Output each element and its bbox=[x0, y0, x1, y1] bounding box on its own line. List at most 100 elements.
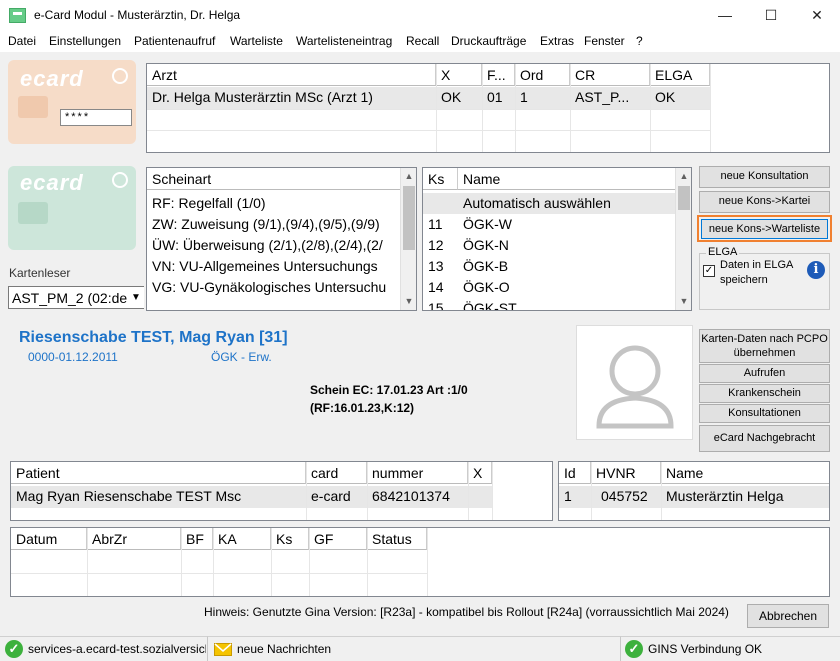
col-divider bbox=[468, 462, 469, 520]
col-header-f[interactable]: F... bbox=[482, 64, 515, 86]
col-header-id[interactable]: Id bbox=[559, 462, 591, 484]
hvnr-table: Id HVNR Name 1 045752 Musterärztin Helga bbox=[558, 461, 830, 521]
menu-recall[interactable]: Recall bbox=[406, 34, 439, 48]
scrollbar[interactable]: ▲ ▼ bbox=[400, 168, 416, 310]
col-header-name[interactable]: Name bbox=[661, 462, 829, 484]
scroll-thumb[interactable] bbox=[678, 186, 690, 210]
col-header-cr[interactable]: CR bbox=[570, 64, 650, 86]
konsultationen-button[interactable]: Konsultationen bbox=[699, 404, 830, 423]
status-messages[interactable]: neue Nachrichten bbox=[209, 636, 621, 661]
col-header-nummer[interactable]: nummer bbox=[367, 462, 468, 484]
scroll-thumb[interactable] bbox=[403, 186, 415, 250]
col-header-elga[interactable]: ELGA bbox=[650, 64, 710, 86]
karten-daten-button[interactable]: Karten-Daten nach PCPO übernehmen bbox=[699, 329, 830, 363]
patient-table: Patient card nummer X Mag Ryan Riesensch… bbox=[10, 461, 553, 521]
abbrechen-label: Abbrechen bbox=[758, 609, 818, 623]
menu-help[interactable]: ? bbox=[636, 34, 643, 48]
list-item[interactable]: ÜW: Überweisung (2/1),(2/8),(2/4),(2/ bbox=[147, 237, 400, 253]
kasse-name[interactable]: ÖGK-B bbox=[458, 258, 508, 274]
col-header-name[interactable]: Name bbox=[458, 168, 675, 190]
ecard-logo-green: ecard bbox=[20, 170, 84, 195]
elga-checkbox[interactable]: ✓ bbox=[703, 265, 715, 277]
pin-field[interactable]: **** bbox=[60, 109, 132, 126]
patient-name: Riesenschabe TEST, Mag Ryan [31] bbox=[19, 329, 288, 346]
col-header-ka[interactable]: KA bbox=[213, 528, 271, 550]
scroll-down-icon[interactable]: ▼ bbox=[676, 293, 691, 309]
scroll-up-icon[interactable]: ▲ bbox=[676, 168, 691, 184]
cell-cr: AST_P... bbox=[575, 89, 630, 105]
scroll-down-icon[interactable]: ▼ bbox=[401, 293, 416, 309]
kasse-name[interactable]: ÖGK-N bbox=[458, 237, 509, 253]
col-divider bbox=[661, 462, 662, 520]
elga-checkbox-label-2[interactable]: speichern bbox=[720, 274, 768, 286]
kartenleser-label: Kartenleser bbox=[9, 266, 71, 280]
neue-konsultation-button[interactable]: neue Konsultation bbox=[699, 166, 830, 188]
col-header-abrzr[interactable]: AbrZr bbox=[87, 528, 181, 550]
konsultationen-table: Datum AbrZr BF KA Ks GF Status bbox=[10, 527, 830, 597]
maximize-button[interactable]: ☐ bbox=[748, 0, 794, 30]
info-icon[interactable]: i bbox=[807, 261, 825, 279]
col-header-status[interactable]: Status bbox=[367, 528, 427, 550]
neue-kons-warteliste-button[interactable]: neue Kons->Warteliste bbox=[701, 219, 828, 239]
col-header-hvnr[interactable]: HVNR bbox=[591, 462, 661, 484]
col-header-bf[interactable]: BF bbox=[181, 528, 213, 550]
list-item[interactable]: RF: Regelfall (1/0) bbox=[147, 195, 266, 211]
ecard-image-reader: ecard bbox=[8, 166, 136, 250]
menu-extras[interactable]: Extras bbox=[540, 34, 574, 48]
col-header-patient[interactable]: Patient bbox=[11, 462, 306, 484]
krankenschein-button[interactable]: Krankenschein bbox=[699, 384, 830, 403]
col-divider bbox=[367, 528, 368, 596]
aufrufen-button[interactable]: Aufrufen bbox=[699, 364, 830, 383]
abbrechen-button[interactable]: Abbrechen bbox=[747, 604, 829, 628]
col-header-x[interactable]: X bbox=[468, 462, 492, 484]
col-header-x[interactable]: X bbox=[436, 64, 482, 86]
cell-elga: OK bbox=[655, 89, 676, 105]
kasse-name[interactable]: ÖGK-W bbox=[458, 216, 512, 232]
menu-einstellungen[interactable]: Einstellungen bbox=[49, 34, 121, 48]
patient-insurer: ÖGK - Erw. bbox=[211, 350, 272, 364]
col-header-arzt[interactable]: Arzt bbox=[147, 64, 436, 86]
col-divider bbox=[492, 462, 493, 520]
kasse-name[interactable]: ÖGK-O bbox=[458, 279, 510, 295]
chevron-down-icon[interactable]: ▼ bbox=[128, 287, 144, 308]
konsultationen-label: Konsultationen bbox=[728, 407, 801, 419]
ecard-nachgebracht-button[interactable]: eCard Nachgebracht bbox=[699, 425, 830, 452]
schein-info-line1: Schein EC: 17.01.23 Art :1/0 bbox=[310, 383, 468, 397]
col-header-card[interactable]: card bbox=[306, 462, 367, 484]
menu-datei[interactable]: Datei bbox=[8, 34, 36, 48]
col-header-ks[interactable]: Ks bbox=[271, 528, 309, 550]
col-header-ks[interactable]: Ks bbox=[423, 168, 458, 190]
kasse-name[interactable]: ÖGK-ST bbox=[458, 300, 517, 310]
kartenleser-value: AST_PM_2 (02:de bbox=[12, 290, 128, 306]
col-divider bbox=[309, 528, 310, 596]
window-title: e-Card Modul - Musterärztin, Dr. Helga bbox=[34, 8, 241, 22]
ecard-seal-icon bbox=[112, 172, 128, 188]
kartenleser-select[interactable]: AST_PM_2 (02:de ▼ bbox=[8, 286, 144, 309]
minimize-button[interactable]: — bbox=[702, 0, 748, 30]
col-header-gf[interactable]: GF bbox=[309, 528, 367, 550]
menu-patientenaufruf[interactable]: Patientenaufruf bbox=[134, 34, 215, 48]
col-divider bbox=[306, 462, 307, 520]
neue-kons-kartei-button[interactable]: neue Kons->Kartei bbox=[699, 191, 830, 213]
menu-warteliste[interactable]: Warteliste bbox=[230, 34, 283, 48]
list-item[interactable]: VG: VU-Gynäkologisches Untersuchu bbox=[147, 279, 400, 295]
menu-fenster[interactable]: Fenster bbox=[584, 34, 625, 48]
list-item[interactable]: ZW: Zuweisung (9/1),(9/4),(9/5),(9/9) bbox=[147, 216, 400, 232]
menu-druckauftraege[interactable]: Druckaufträge bbox=[451, 34, 526, 48]
menu-wartelisteneintrag[interactable]: Wartelisteneintrag bbox=[296, 34, 392, 48]
row-divider bbox=[11, 573, 427, 574]
col-header-ord[interactable]: Ord bbox=[515, 64, 570, 86]
row-divider bbox=[147, 109, 710, 110]
scrollbar[interactable]: ▲ ▼ bbox=[675, 168, 691, 310]
ecard-seal-icon bbox=[112, 68, 128, 84]
col-header-datum[interactable]: Datum bbox=[11, 528, 87, 550]
kasse-ks: 15 bbox=[428, 300, 444, 310]
scroll-up-icon[interactable]: ▲ bbox=[401, 168, 416, 184]
check-icon: ✓ bbox=[5, 640, 23, 658]
cell-card: e-card bbox=[311, 488, 351, 504]
close-button[interactable]: ✕ bbox=[794, 0, 840, 30]
kasse-name: Automatisch auswählen bbox=[463, 195, 611, 211]
list-item[interactable]: VN: VU-Allgemeines Untersuchungs bbox=[147, 258, 400, 274]
elga-checkbox-label[interactable]: Daten in ELGA bbox=[720, 259, 793, 271]
col-header-scheinart[interactable]: Scheinart bbox=[147, 168, 400, 190]
